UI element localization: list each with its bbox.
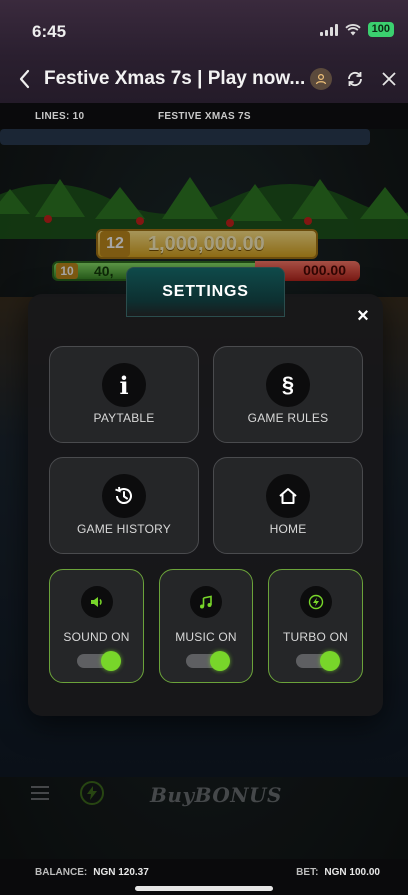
home-indicator[interactable]	[135, 886, 273, 891]
sound-label: SOUND ON	[63, 630, 130, 644]
lines-count: LINES: 10	[35, 111, 85, 122]
turbo-switch-knob	[319, 651, 340, 671]
nav-actions	[310, 68, 400, 90]
sound-switch[interactable]	[76, 651, 121, 671]
paytable-button[interactable]: i PAYTABLE	[49, 346, 199, 443]
turbo-label: TURBO ON	[283, 630, 348, 644]
music-switch[interactable]	[186, 651, 230, 671]
browser-header: 6:45 100 Festive Xmas 7s | Play now...	[0, 0, 408, 103]
music-switch-knob	[210, 651, 230, 671]
reload-icon[interactable]	[344, 68, 366, 90]
wifi-icon	[345, 23, 361, 35]
bet-label: BET:	[296, 867, 319, 878]
home-label: HOME	[269, 522, 307, 536]
page-title: Festive Xmas 7s | Play now...	[44, 68, 306, 89]
back-icon[interactable]	[14, 66, 36, 92]
game-history-button[interactable]: GAME HISTORY	[49, 457, 199, 554]
bet-value: NGN 100.00	[324, 867, 380, 878]
status-icons: 100	[319, 22, 394, 37]
sound-switch-knob	[100, 651, 121, 671]
info-icon: i	[102, 363, 146, 407]
history-icon	[102, 474, 146, 518]
home-button[interactable]: HOME	[213, 457, 363, 554]
music-label: MUSIC ON	[175, 630, 237, 644]
game-rules-button[interactable]: § GAME RULES	[213, 346, 363, 443]
profile-icon[interactable]	[310, 68, 332, 90]
status-time: 6:45	[32, 22, 67, 41]
bet: BET: NGN 100.00	[296, 867, 380, 878]
music-note-icon	[190, 586, 222, 618]
close-tab-icon[interactable]	[378, 68, 400, 90]
balance: BALANCE: NGN 120.37	[35, 867, 149, 878]
home-icon	[266, 474, 310, 518]
music-toggle-tile[interactable]: MUSIC ON	[159, 569, 253, 683]
nav-row: Festive Xmas 7s | Play now...	[0, 62, 408, 96]
sound-toggle-tile[interactable]: SOUND ON	[49, 569, 144, 683]
settings-title: SETTINGS	[126, 267, 285, 317]
lightning-icon	[299, 586, 332, 618]
close-settings-button[interactable]: ×	[352, 305, 374, 327]
balance-value: NGN 120.37	[93, 867, 149, 878]
game-rules-label: GAME RULES	[247, 411, 329, 425]
turbo-switch[interactable]	[295, 651, 340, 671]
game-history-label: GAME HISTORY	[77, 522, 171, 536]
game-name: FESTIVE XMAS 7S	[158, 111, 251, 122]
section-icon: §	[266, 363, 310, 407]
balance-label: BALANCE:	[35, 867, 88, 878]
game-info-bar: LINES: 10 FESTIVE XMAS 7S	[0, 103, 408, 129]
turbo-toggle-tile[interactable]: TURBO ON	[268, 569, 363, 683]
battery-indicator: 100	[367, 22, 394, 37]
speaker-icon	[80, 586, 113, 618]
paytable-label: PAYTABLE	[93, 411, 155, 425]
signal-icon	[319, 23, 338, 36]
